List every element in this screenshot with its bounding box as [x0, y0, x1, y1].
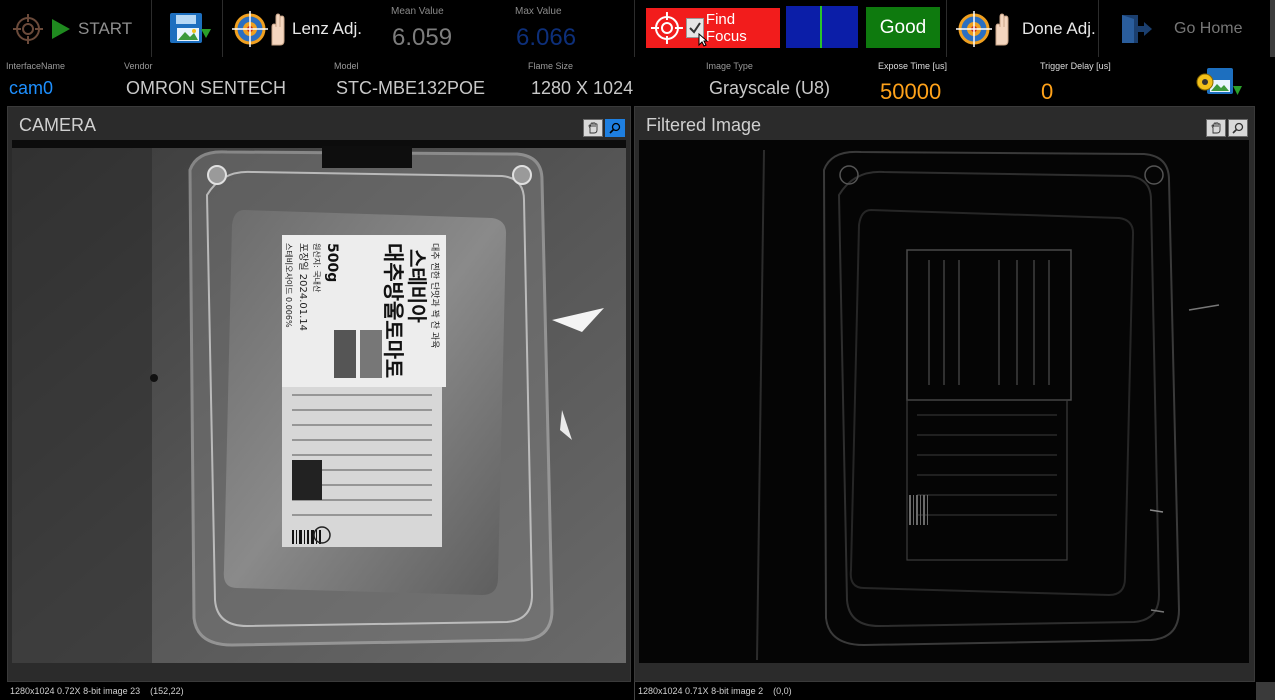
trigger-delay-label: Trigger Delay [us]: [1040, 61, 1111, 71]
hand-icon: [588, 122, 598, 134]
focus-indicator-marker: [820, 6, 822, 48]
image-type-value: Grayscale (U8): [709, 78, 831, 98]
vendor-label: Vendor: [124, 61, 153, 71]
max-value: 6.066: [516, 24, 577, 51]
focus-indicator: [786, 6, 858, 48]
save-image-button[interactable]: [160, 0, 220, 57]
target-icon: [13, 13, 43, 44]
label-product: 대추방울토마토: [381, 243, 405, 378]
camera-status-bar: 1280x1024 0.72X 8-bit image 23 (152,22): [0, 682, 632, 700]
frame-size-value: 1280 X 1024: [531, 78, 634, 98]
model-label: Model: [334, 61, 359, 71]
interface-name-label: InterfaceName: [6, 61, 66, 71]
image-type-label: Image Type: [706, 61, 753, 71]
expose-time-value[interactable]: 50000: [880, 79, 941, 105]
right-edge-bar: [1256, 682, 1275, 700]
save-image-icon: [170, 12, 211, 43]
filtered-status-text: 1280x1024 0.71X 8-bit image 2: [638, 686, 764, 696]
camera-info-bar: InterfaceName cam0 Vendor OMRON SENTECH …: [0, 57, 1275, 106]
hand-icon: [1211, 122, 1221, 134]
filtered-image: [756, 149, 1220, 661]
filtered-status-bar: 1280x1024 0.71X 8-bit image 2 (0,0): [634, 682, 1254, 700]
good-status-badge: Good: [866, 7, 940, 48]
done-adjust-button[interactable]: Done Adj.: [956, 0, 1096, 57]
filtered-panel: Filtered Image: [634, 106, 1255, 682]
scrollbar-edge: [1270, 0, 1275, 57]
zoom-tool-button[interactable]: [605, 119, 625, 137]
hand-target-icon: [232, 10, 285, 47]
pan-tool-button[interactable]: [1206, 119, 1226, 137]
label-weight: 500g: [324, 243, 340, 282]
camera-viewport[interactable]: 대추 찐한 단맛과 꽉 찬 과육 스테비아 대추방울토마토 500g 원산지: …: [12, 140, 626, 663]
magnifier-icon: [1232, 122, 1244, 134]
camera-status-text: 1280x1024 0.72X 8-bit image 23: [10, 686, 141, 696]
zoom-tool-button[interactable]: [1228, 119, 1248, 137]
lens-adjust-label: Lenz Adj.: [292, 18, 362, 38]
frame-size-label: Flame Size: [528, 61, 574, 71]
interface-name-value: cam0: [9, 78, 54, 98]
good-label: Good: [879, 16, 927, 38]
trigger-delay-value[interactable]: 0: [1041, 79, 1053, 105]
go-home-label: Go Home: [1174, 19, 1243, 37]
hand-target-icon: [956, 10, 1009, 47]
filtered-viewport[interactable]: [639, 140, 1249, 663]
expose-time-label: Expose Time [us]: [878, 61, 948, 71]
start-label: START: [78, 18, 133, 38]
focus-target-icon: [650, 12, 683, 44]
label-sweetener: 스테비오사이드 0.006%: [284, 243, 294, 328]
pan-tool-button[interactable]: [583, 119, 603, 137]
main-toolbar: START Lenz Adj. Mean Value 6.059 Max Val…: [0, 0, 1275, 57]
go-home-button[interactable]: Go Home: [1118, 0, 1268, 57]
label-slogan: 대추 찐한 단맛과 꽉 찬 과육: [429, 243, 441, 348]
image-settings-icon: [1196, 68, 1242, 95]
model-value: STC-MBE132POE: [336, 78, 486, 98]
magnifier-icon: [609, 122, 621, 134]
camera-settings-button[interactable]: [1195, 66, 1243, 100]
mean-value-label: Mean Value: [391, 6, 444, 17]
start-button[interactable]: START: [8, 0, 150, 57]
find-focus-button[interactable]: Find Focus: [646, 8, 780, 48]
exit-door-icon: [1122, 14, 1152, 43]
lens-adjust-button[interactable]: Lenz Adj.: [232, 0, 362, 57]
mouse-cursor-icon: [698, 33, 708, 47]
label-origin: 원산지: 국내산: [312, 243, 322, 293]
filtered-cursor-coord: (0,0): [773, 686, 792, 696]
mean-value: 6.059: [392, 24, 453, 51]
camera-panel: CAMERA 대추 찐한 단맛과 꽉 찬 과육 스테비아 대추방울토마토 500…: [7, 106, 631, 682]
max-value-label: Max Value: [515, 6, 562, 17]
label-date: 포장일 2024.01.14: [297, 243, 309, 331]
camera-cursor-coord: (152,22): [150, 686, 184, 696]
camera-panel-title: CAMERA: [19, 115, 97, 135]
done-adjust-label: Done Adj.: [1022, 18, 1096, 38]
play-icon: [52, 18, 70, 39]
filtered-panel-title: Filtered Image: [646, 115, 762, 135]
find-focus-label: Find Focus: [705, 11, 747, 45]
vendor-value: OMRON SENTECH: [126, 78, 287, 98]
label-brand: 스테비아: [405, 249, 429, 323]
camera-image: 대추 찐한 단맛과 꽉 찬 과육 스테비아 대추방울토마토 500g 원산지: …: [12, 146, 626, 663]
